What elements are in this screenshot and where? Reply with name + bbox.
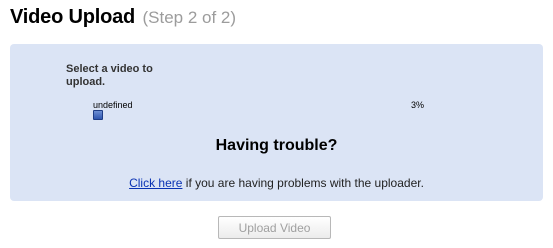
page-header: Video Upload (Step 2 of 2): [10, 6, 236, 29]
trouble-heading: Having trouble?: [215, 137, 338, 154]
progress-track: [93, 110, 423, 120]
select-video-label: Select a video to upload.: [66, 63, 153, 88]
help-line: Click here if you are having problems wi…: [10, 176, 543, 190]
step-indicator: (Step 2 of 2): [142, 8, 237, 27]
upload-video-button[interactable]: Upload Video: [218, 216, 331, 239]
file-name: undefined: [93, 100, 133, 110]
progress-percent: 3%: [411, 100, 425, 110]
help-text: if you are having problems with the uplo…: [182, 176, 424, 190]
upload-panel: Select a video to upload. undefined 3% H…: [10, 44, 543, 201]
page-title: Video Upload: [10, 6, 136, 28]
click-here-link[interactable]: Click here: [129, 176, 182, 190]
progress-fill: [93, 110, 103, 120]
